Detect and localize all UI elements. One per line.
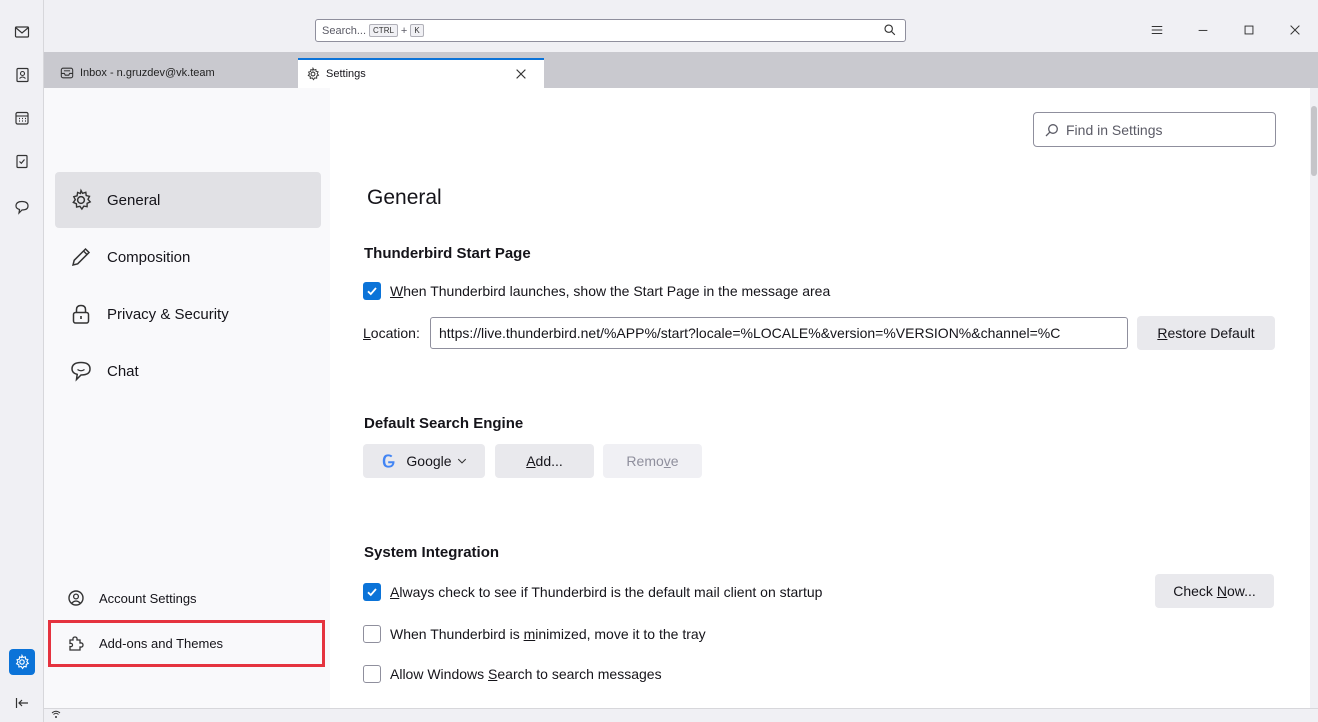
search-engine-value: Google: [406, 453, 452, 469]
nav-account-settings-label: Account Settings: [99, 590, 197, 606]
minimize-tray-checkbox-label: When Thunderbird is minimized, move it t…: [390, 626, 706, 642]
chat-bubble-icon: [71, 361, 91, 382]
check-now-button[interactable]: Check Now...: [1155, 574, 1274, 608]
chat-icon[interactable]: [9, 194, 35, 220]
tab-inbox[interactable]: Inbox - n.gruzdev@vk.team: [44, 58, 294, 88]
nav-item-label: Chat: [107, 362, 139, 380]
close-icon: [1290, 25, 1300, 35]
close-window-button[interactable]: [1272, 18, 1318, 42]
nav-item-label: Privacy & Security: [107, 305, 229, 323]
tab-settings-label: Settings: [326, 68, 366, 80]
tab-settings[interactable]: Settings: [298, 58, 544, 88]
address-book-icon[interactable]: [9, 62, 35, 88]
nav-account-settings[interactable]: Account Settings: [55, 578, 321, 618]
account-icon: [68, 590, 84, 606]
location-input[interactable]: https://live.thunderbird.net/%APP%/start…: [430, 317, 1128, 349]
find-placeholder: Find in Settings: [1066, 121, 1163, 138]
spaces-toolbar: [0, 0, 44, 722]
tab-bar: Inbox - n.gruzdev@vk.team Settings: [44, 52, 1318, 88]
search-placeholder: Search...: [322, 24, 367, 37]
nav-item-label: General: [107, 191, 161, 209]
calendar-icon[interactable]: [9, 105, 35, 131]
search-icon: [1045, 123, 1058, 136]
maximize-icon: [1244, 25, 1254, 35]
nav-item-general[interactable]: General: [55, 172, 321, 228]
online-status-icon[interactable]: [50, 710, 62, 722]
minimize-icon: [1198, 29, 1208, 31]
page-title: General: [367, 186, 442, 209]
scrollbar[interactable]: [1310, 88, 1318, 708]
pencil-icon: [71, 247, 91, 267]
search-engine-dropdown[interactable]: Google: [363, 444, 485, 478]
remove-search-engine-button[interactable]: Remove: [603, 444, 702, 478]
start-page-heading: Thunderbird Start Page: [364, 245, 531, 262]
windows-search-checkbox-label: Allow Windows Search to search messages: [390, 666, 662, 682]
add-search-engine-button[interactable]: Add...: [495, 444, 594, 478]
chevron-down-icon: [457, 458, 466, 464]
tasks-icon[interactable]: [9, 148, 35, 174]
start-page-checkbox-label: When Thunderbird launches, show the Star…: [390, 283, 831, 299]
shortcut-key-ctrl: CTRL: [369, 24, 398, 37]
nav-item-label: Composition: [107, 248, 191, 266]
location-label: Location:: [363, 325, 420, 341]
close-tab-icon[interactable]: [514, 67, 528, 81]
default-client-checkbox-row[interactable]: Always check to see if Thunderbird is th…: [363, 583, 822, 601]
minimize-tray-checkbox-row[interactable]: When Thunderbird is minimized, move it t…: [363, 625, 706, 643]
settings-content: Find in Settings General Thunderbird Sta…: [330, 88, 1310, 708]
mail-icon[interactable]: [9, 19, 35, 45]
highlight-box: [48, 620, 325, 667]
app-menu-button[interactable]: [1134, 18, 1180, 42]
collapse-toolbar-icon[interactable]: [9, 690, 35, 716]
minimize-tray-checkbox[interactable]: [363, 625, 381, 643]
nav-item-privacy-security[interactable]: Privacy & Security: [55, 286, 321, 342]
search-engine-heading: Default Search Engine: [364, 415, 524, 432]
inbox-icon: [60, 67, 74, 79]
gear-icon: [307, 67, 320, 81]
checkmark-icon: [367, 287, 377, 296]
scrollbar-thumb[interactable]: [1311, 106, 1317, 176]
default-client-checkbox-label: Always check to see if Thunderbird is th…: [390, 584, 823, 600]
windows-search-checkbox[interactable]: [363, 665, 381, 683]
system-integration-heading: System Integration: [364, 544, 500, 561]
settings-nav: General Composition Privacy & Security C…: [44, 88, 330, 708]
start-page-checkbox[interactable]: [363, 282, 381, 300]
find-in-settings-input[interactable]: Find in Settings: [1033, 112, 1276, 147]
minimize-button[interactable]: [1180, 18, 1226, 42]
lock-icon: [72, 304, 90, 324]
start-page-checkbox-row[interactable]: When Thunderbird launches, show the Star…: [363, 282, 830, 300]
maximize-button[interactable]: [1226, 18, 1272, 42]
gear-icon: [72, 188, 92, 211]
restore-default-button[interactable]: Restore Default: [1137, 316, 1275, 350]
shortcut-key-k: K: [410, 24, 424, 37]
global-search-input[interactable]: Search... CTRL + K: [315, 19, 906, 42]
hamburger-menu-icon: [1151, 25, 1163, 35]
settings-gear-icon[interactable]: [9, 649, 35, 675]
windows-search-checkbox-row[interactable]: Allow Windows Search to search messages: [363, 665, 662, 683]
search-icon: [884, 24, 896, 36]
tab-inbox-label: Inbox - n.gruzdev@vk.team: [80, 67, 215, 79]
nav-item-composition[interactable]: Composition: [55, 229, 321, 285]
title-bar: Search... CTRL + K: [44, 0, 1318, 52]
nav-item-chat[interactable]: Chat: [55, 343, 321, 399]
status-bar: [44, 708, 1318, 722]
default-client-checkbox[interactable]: [363, 583, 381, 601]
google-icon: [383, 454, 395, 468]
shortcut-plus: +: [400, 24, 408, 37]
checkmark-icon: [367, 588, 377, 597]
